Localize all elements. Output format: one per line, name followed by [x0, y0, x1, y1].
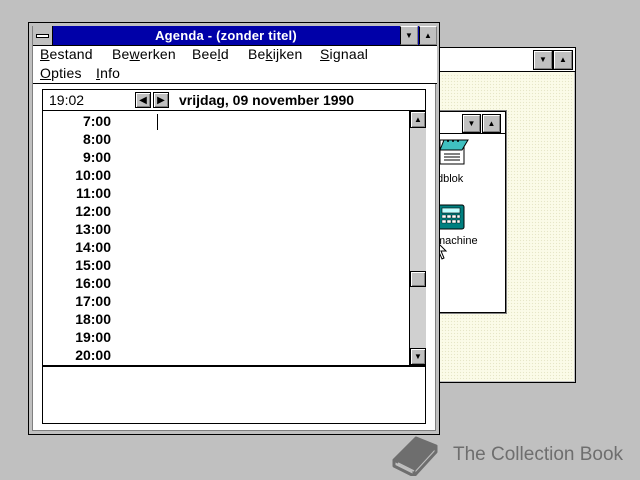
system-menu-icon	[36, 33, 49, 38]
current-date: vrijdag, 09 november 1990	[179, 92, 355, 108]
group-maximize-button[interactable]: ▲	[482, 114, 501, 133]
vertical-scrollbar[interactable]: ▲ ▼	[409, 111, 426, 365]
time-slot[interactable]: 20:00	[43, 346, 143, 364]
arrow-down-icon: ▼	[539, 55, 547, 64]
arrow-down-icon: ▼	[467, 118, 476, 128]
system-menu-button[interactable]	[33, 26, 53, 45]
scrollbar-track[interactable]	[410, 128, 426, 348]
maximize-button[interactable]: ▲	[419, 26, 437, 45]
time-slot[interactable]: 18:00	[43, 310, 143, 328]
menu-bekijken[interactable]: Bekijken	[248, 46, 303, 62]
program-manager-titlebar[interactable]: ▼ ▲	[433, 48, 575, 72]
notepad-label[interactable]: dblok	[437, 173, 463, 185]
previous-day-button[interactable]: ◀	[135, 92, 151, 108]
arrow-right-icon: ▶	[157, 94, 165, 106]
current-time: 19:02	[49, 92, 85, 108]
time-slot[interactable]: 16:00	[43, 274, 143, 292]
menu-info[interactable]: Info	[96, 65, 120, 81]
arrow-up-icon: ▲	[487, 118, 496, 128]
arrow-up-icon: ▲	[414, 115, 422, 124]
appointment-schedule[interactable]: 7:00 8:00 9:00 10:00 11:00 12:00 13:00 14:00 15:…	[42, 110, 426, 366]
time-slot[interactable]: 11:00	[43, 184, 143, 202]
date-bar: 19:02 ◀ ▶ vrijdag, 09 november 1990	[42, 89, 426, 111]
time-slot[interactable]: 17:00	[43, 292, 143, 310]
arrow-up-icon: ▲	[424, 30, 432, 40]
arrow-left-icon: ◀	[139, 94, 147, 106]
arrow-down-icon: ▼	[414, 352, 422, 361]
minimize-button[interactable]: ▼	[400, 26, 418, 45]
time-slot[interactable]: 14:00	[43, 238, 143, 256]
menu-beeld[interactable]: Beeld	[192, 46, 229, 62]
time-slot[interactable]: 9:00	[43, 148, 143, 166]
notepad-icon[interactable]	[438, 136, 470, 166]
menu-bar: Bestand Bewerken Beeld Bekijken Signaal …	[33, 46, 437, 84]
menu-signaal[interactable]: Signaal	[320, 46, 368, 62]
time-slot[interactable]: 15:00	[43, 256, 143, 274]
time-slot[interactable]: 8:00	[43, 130, 143, 148]
group-titlebar[interactable]: ▼ ▲	[435, 112, 505, 134]
next-day-button[interactable]: ▶	[153, 92, 169, 108]
time-slot[interactable]: 13:00	[43, 220, 143, 238]
menu-opties[interactable]: Opties	[40, 65, 82, 81]
scrollbar-thumb[interactable]	[410, 271, 426, 287]
book-icon	[392, 436, 438, 476]
scroll-down-button[interactable]: ▼	[410, 348, 426, 365]
arrow-up-icon: ▲	[559, 55, 567, 64]
notes-area[interactable]	[42, 366, 426, 424]
group-minimize-button[interactable]: ▼	[462, 114, 481, 133]
time-slot[interactable]: 19:00	[43, 328, 143, 346]
menu-bestand[interactable]: Bestand	[40, 46, 93, 62]
time-slot[interactable]: 12:00	[43, 202, 143, 220]
menu-bewerken[interactable]: Bewerken	[112, 46, 176, 62]
minimize-button[interactable]: ▼	[533, 50, 553, 70]
maximize-button[interactable]: ▲	[553, 50, 573, 70]
arrow-down-icon: ▼	[405, 30, 413, 40]
agenda-titlebar[interactable]: Agenda - (zonder titel) ▼ ▲	[33, 26, 437, 46]
time-slot[interactable]: 7:00	[43, 112, 143, 130]
time-slot[interactable]: 10:00	[43, 166, 143, 184]
window-title: Agenda - (zonder titel)	[155, 28, 297, 43]
text-caret	[157, 114, 158, 130]
calculator-icon[interactable]	[436, 203, 468, 233]
watermark-text: The Collection Book	[453, 444, 624, 465]
scroll-up-button[interactable]: ▲	[410, 111, 426, 128]
